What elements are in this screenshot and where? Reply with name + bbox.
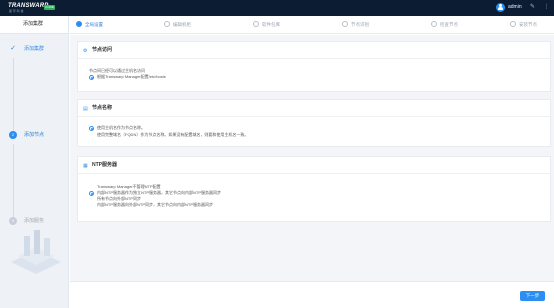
step-label: 添加集群 bbox=[24, 46, 45, 52]
tab-label: 安装节点 bbox=[519, 22, 537, 27]
gear-icon bbox=[76, 21, 82, 27]
tab-label: 编辑机柜 bbox=[173, 22, 191, 27]
user-name[interactable]: admin bbox=[508, 4, 522, 11]
next-button[interactable]: 下一步 bbox=[520, 291, 545, 301]
transwarp-logo[interactable]: TRANSWARP 星 环 科 技 bbox=[8, 3, 48, 14]
node-name-card: ▤ 节点名称 使用主机名作为节点名称。 使用完整域名（FQDN）作为节点名称。如果… bbox=[77, 99, 551, 147]
tab-label: 软件包库 bbox=[262, 22, 280, 27]
divider bbox=[78, 58, 550, 59]
step-label: 添加节点 bbox=[24, 132, 45, 138]
wizard-sidebar: 添加集群 ✓ 添加集群 2 添加节点 3 添加服务 bbox=[0, 16, 69, 308]
radio-use-hostname[interactable] bbox=[89, 126, 94, 131]
divider bbox=[78, 173, 550, 174]
tab-label: 节点识别 bbox=[351, 22, 369, 27]
step-add-nodes[interactable]: 2 添加节点 bbox=[0, 129, 68, 141]
footer-bar bbox=[70, 281, 554, 308]
tab-label: 检查节点 bbox=[440, 22, 458, 27]
menu-icon[interactable]: ⋮ bbox=[542, 3, 551, 12]
tab-check-nodes[interactable]: 检查节点 bbox=[431, 21, 458, 29]
step-number: 2 bbox=[9, 131, 17, 139]
divider bbox=[78, 116, 550, 117]
ntp-server-card: ▦ NTP服务器 Transwarp Manager不管理NTP配置 内部NTP服… bbox=[77, 156, 551, 222]
check-list-icon bbox=[431, 21, 437, 27]
radio-ntp-internal-standalone[interactable] bbox=[89, 191, 94, 196]
card-title: ▤ 节点名称 bbox=[83, 105, 113, 112]
check-icon: ✓ bbox=[10, 45, 16, 52]
server-icon: ▦ bbox=[83, 162, 88, 169]
step-connector bbox=[13, 144, 14, 218]
sidebar-header: 添加集群 bbox=[0, 16, 68, 34]
config-tabs: 全局设置 编辑机柜 软件包库 节点识别 检查节点 安装节点 bbox=[70, 16, 554, 34]
fqdn-note: 使用完整域名（FQDN）作为节点名称。如果没有配置域名，则要和使用主机名一致。 bbox=[97, 132, 249, 137]
step-add-cluster[interactable]: ✓ 添加集群 bbox=[0, 43, 68, 55]
tab-node-discovery[interactable]: 节点识别 bbox=[342, 21, 369, 29]
tab-edit-rack[interactable]: 编辑机柜 bbox=[164, 21, 191, 29]
install-icon bbox=[510, 21, 516, 27]
product-badge: CORE bbox=[44, 5, 55, 10]
sidebar-title: 添加集群 bbox=[23, 21, 44, 27]
discovery-icon bbox=[342, 21, 348, 27]
list-icon: ▤ bbox=[83, 105, 88, 112]
decorative-illustration bbox=[11, 230, 61, 274]
tab-install-nodes[interactable]: 安装节点 bbox=[510, 21, 537, 29]
settings-icon[interactable]: ✎ bbox=[528, 3, 537, 12]
top-bar: TRANSWARP 星 环 科 技 CORE admin ✎ ⋮ bbox=[0, 0, 554, 16]
package-icon bbox=[253, 21, 259, 27]
option-etc-hosts[interactable]: 根据Transwarp Manager配置/etc/hosts bbox=[97, 74, 166, 80]
tab-package-repo[interactable]: 软件包库 bbox=[253, 21, 280, 29]
user-avatar-icon[interactable] bbox=[496, 3, 505, 12]
tab-label: 全局设置 bbox=[85, 22, 103, 27]
node-access-card: ⚙ 节点访问 节点间已经可以通过主机名访问 根据Transwarp Manager… bbox=[77, 41, 551, 92]
radio-etc-hosts[interactable] bbox=[89, 75, 94, 80]
option-use-hostname[interactable]: 使用主机名作为节点名称。 bbox=[97, 125, 145, 131]
main-content: ⚙ 节点访问 节点间已经可以通过主机名访问 根据Transwarp Manager… bbox=[70, 35, 554, 308]
settings-icon: ⚙ bbox=[83, 47, 88, 54]
step-connector bbox=[13, 58, 14, 132]
tab-global-settings[interactable]: 全局设置 bbox=[76, 21, 103, 29]
card-title: ⚙ 节点访问 bbox=[83, 47, 113, 54]
rack-icon bbox=[164, 21, 170, 27]
logo-subtext: 星 环 科 技 bbox=[9, 9, 24, 13]
option-ntp-internal-sync-external[interactable]: 内部NTP服务器向外部NTP同步，其它节点向内部NTP服务器同步 bbox=[97, 202, 213, 208]
card-title: ▦ NTP服务器 bbox=[83, 162, 118, 169]
